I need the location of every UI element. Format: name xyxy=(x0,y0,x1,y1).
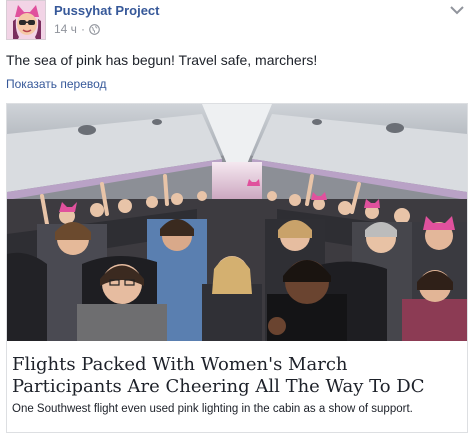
page-name-link[interactable]: Pussyhat Project xyxy=(54,3,160,18)
link-title[interactable]: Flights Packed With Women's March Partic… xyxy=(12,354,462,398)
link-preview-text[interactable]: Flights Packed With Women's March Partic… xyxy=(7,341,467,432)
airplane-cabin-photo xyxy=(7,104,467,341)
see-translation-link[interactable]: Показать перевод xyxy=(6,77,107,91)
globe-icon[interactable] xyxy=(89,23,100,35)
facebook-post: Pussyhat Project 14 ч · The sea of pink … xyxy=(0,0,474,435)
chevron-down-icon[interactable] xyxy=(450,5,464,15)
link-preview-card[interactable]: Flights Packed With Women's March Partic… xyxy=(6,103,468,433)
link-preview-image[interactable] xyxy=(7,104,467,341)
link-description: One Southwest flight even used pink ligh… xyxy=(12,403,413,415)
post-header: Pussyhat Project 14 ч · xyxy=(6,0,468,44)
post-meta: 14 ч · xyxy=(54,22,100,36)
post-text: The sea of pink has begun! Travel safe, … xyxy=(6,52,318,68)
meta-separator: · xyxy=(80,22,85,36)
avatar-image xyxy=(7,1,45,39)
post-timestamp[interactable]: 14 ч xyxy=(54,22,77,36)
page-avatar[interactable] xyxy=(6,0,46,40)
